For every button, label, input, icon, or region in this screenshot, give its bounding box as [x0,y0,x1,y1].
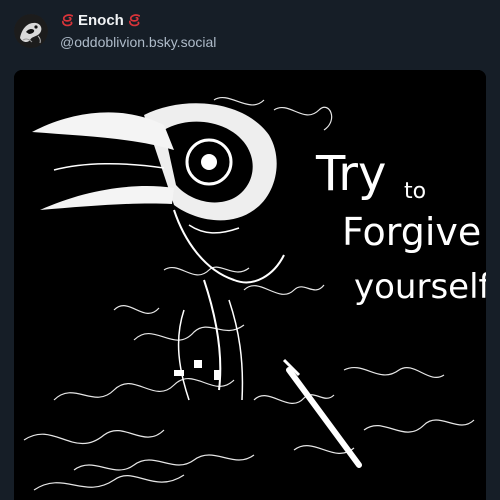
author-avatar[interactable] [14,14,48,48]
crow-artwork: Try to Forgive yourself [14,70,486,500]
art-text-forgive: Forgive [342,210,481,254]
post-card: Enoch @oddoblivion.bsky.social Try to Fo… [0,0,500,500]
post-header: Enoch @oddoblivion.bsky.social [0,0,500,62]
avatar-image [14,14,48,48]
art-text-try: Try [315,146,386,202]
author-handle[interactable]: @oddoblivion.bsky.social [60,34,216,50]
curl-emoji-icon [128,14,140,27]
art-text-yourself: yourself [354,267,486,307]
author-name-text: Enoch [78,12,124,29]
curl-emoji-icon [61,14,74,27]
author-display-name[interactable]: Enoch [60,12,142,29]
art-text-to: to [404,179,426,204]
post-image[interactable]: Try to Forgive yourself [14,70,486,500]
